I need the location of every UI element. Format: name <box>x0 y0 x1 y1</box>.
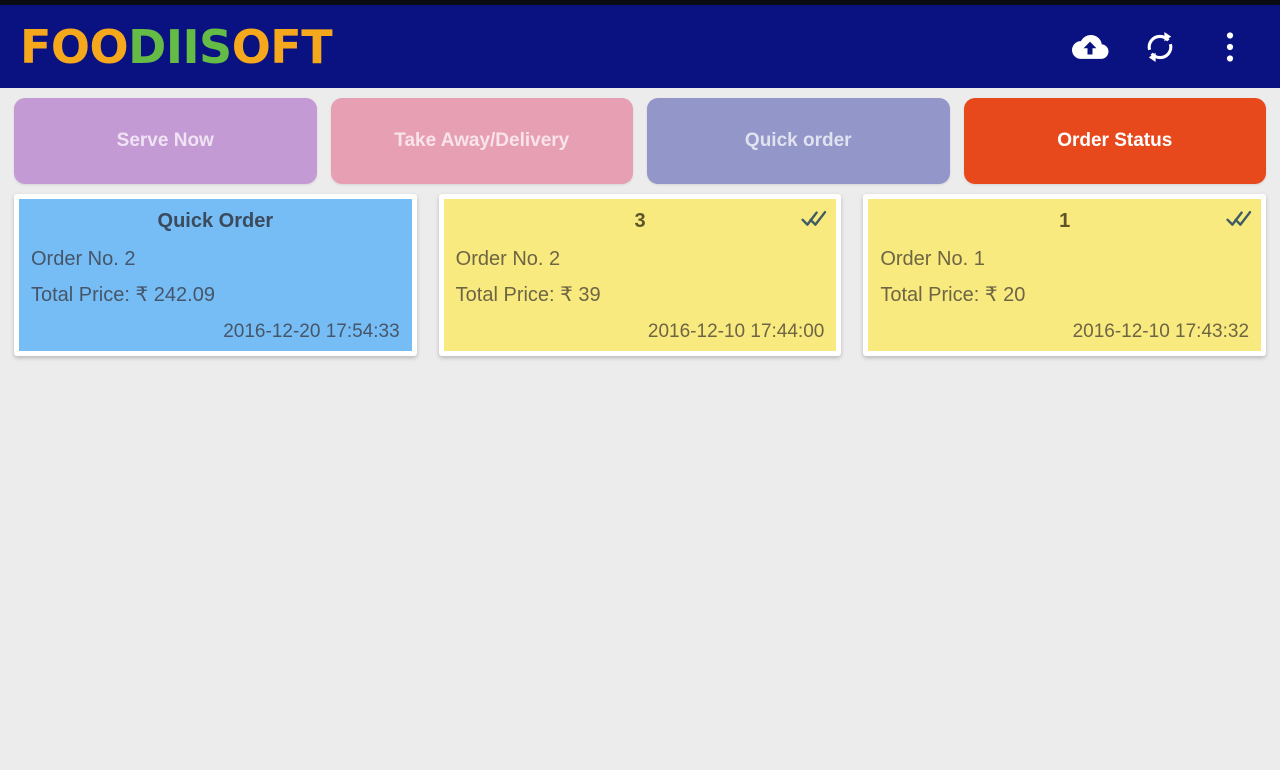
order-card-body: 1 Order No. 1 Total Price: ₹ 20 2016-12-… <box>868 199 1262 351</box>
logo-text-part-3: OFT <box>231 19 333 74</box>
order-timestamp: 2016-12-10 17:44:00 <box>647 321 825 342</box>
order-card-title: 3 <box>634 210 646 232</box>
tab-order-status[interactable]: Order Status <box>963 98 1266 184</box>
tab-serve-now[interactable]: Serve Now <box>14 98 317 184</box>
app-bar-actions <box>1068 25 1258 69</box>
order-card[interactable]: Quick Order Order No. 2 Total Price: ₹ 2… <box>14 194 417 356</box>
tab-take-away-delivery[interactable]: Take Away/Delivery <box>330 98 633 184</box>
order-total-price: Total Price: ₹ 20 <box>880 284 1026 306</box>
tab-quick-order[interactable]: Quick order <box>647 98 950 184</box>
logo-text-part-1: FOO <box>20 19 129 74</box>
app-root: FOO DIIS OFT Serve Now Take Away/Deliver… <box>0 0 1280 770</box>
app-bar: FOO DIIS OFT <box>0 5 1280 88</box>
order-card-list: Quick Order Order No. 2 Total Price: ₹ 2… <box>0 194 1280 356</box>
sync-icon[interactable] <box>1138 25 1182 69</box>
cloud-upload-icon[interactable] <box>1068 25 1112 69</box>
app-logo: FOO DIIS OFT <box>20 19 333 74</box>
double-check-icon <box>1226 208 1252 230</box>
order-timestamp: 2016-12-20 17:54:33 <box>223 321 400 342</box>
order-number: Order No. 2 <box>455 248 561 270</box>
order-total-price: Total Price: ₹ 39 <box>455 284 601 306</box>
order-total-price: Total Price: ₹ 242.09 <box>31 284 215 306</box>
order-card-title: 1 <box>1059 210 1071 232</box>
tab-bar: Serve Now Take Away/Delivery Quick order… <box>0 96 1280 188</box>
order-card[interactable]: 1 Order No. 1 Total Price: ₹ 20 2016-12-… <box>863 194 1267 356</box>
tab-label: Take Away/Delivery <box>394 130 570 151</box>
order-card-body: Quick Order Order No. 2 Total Price: ₹ 2… <box>19 199 412 351</box>
logo-text-part-2: DIIS <box>128 19 232 74</box>
order-card-title: Quick Order <box>157 210 274 232</box>
order-timestamp: 2016-12-10 17:43:32 <box>1072 321 1250 342</box>
tab-label: Serve Now <box>116 130 214 151</box>
double-check-icon <box>801 208 827 230</box>
order-number: Order No. 2 <box>31 248 136 270</box>
overflow-menu-icon[interactable] <box>1208 25 1252 69</box>
tab-label: Quick order <box>744 130 852 151</box>
tab-label: Order Status <box>1057 130 1173 151</box>
order-number: Order No. 1 <box>880 248 985 270</box>
order-card-body: 3 Order No. 2 Total Price: ₹ 39 2016-12-… <box>443 199 837 351</box>
order-card[interactable]: 3 Order No. 2 Total Price: ₹ 39 2016-12-… <box>438 194 842 356</box>
